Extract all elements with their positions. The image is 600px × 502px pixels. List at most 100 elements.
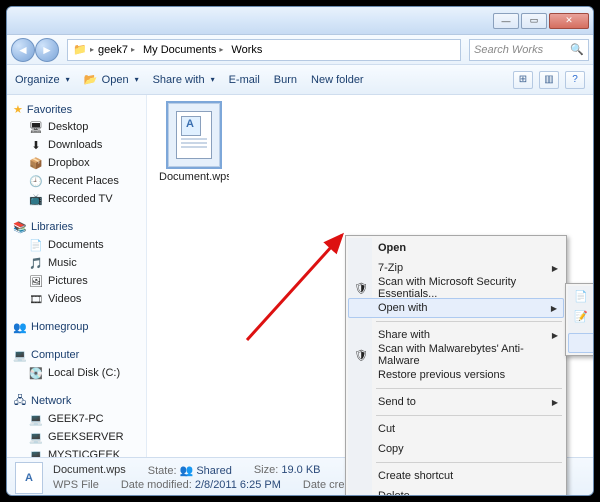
- sidebar-favorites[interactable]: ★Favorites: [13, 101, 146, 118]
- ctx-send-to[interactable]: Send to▶: [348, 392, 564, 412]
- chevron-right-icon: ▶: [551, 304, 557, 313]
- status-filename: Document.wps: [53, 464, 126, 476]
- search-icon: 🔍: [570, 43, 584, 56]
- folder-icon: 📁: [73, 43, 87, 57]
- share-with-button[interactable]: Share with: [153, 74, 215, 86]
- ctx-7zip[interactable]: 7-Zip▶: [348, 258, 564, 278]
- file-name-label: Document.wps: [159, 171, 229, 183]
- help-button[interactable]: ?: [565, 71, 585, 89]
- file-thumb-icon: A: [15, 462, 43, 494]
- music-icon: 🎵: [29, 256, 43, 270]
- new-folder-button[interactable]: New folder: [311, 74, 364, 86]
- ctx-create-shortcut[interactable]: Create shortcut: [348, 466, 564, 486]
- pictures-icon: 🖼: [29, 274, 43, 288]
- chevron-right-icon: ▸: [131, 45, 135, 54]
- star-icon: ★: [13, 103, 23, 116]
- ctx-open-with[interactable]: Open with▶: [348, 298, 564, 318]
- ctx-cut[interactable]: Cut: [348, 419, 564, 439]
- burn-button[interactable]: Burn: [274, 74, 297, 86]
- status-size: 19.0 KB: [281, 464, 320, 476]
- breadcrumb-seg[interactable]: Works: [227, 40, 266, 60]
- sidebar-item-downloads[interactable]: ⬇Downloads: [13, 136, 146, 154]
- submenu-wordpad[interactable]: 📝WordPad: [568, 306, 594, 326]
- sidebar-item-network-pc[interactable]: 💻MYSTICGEEK: [13, 446, 146, 457]
- titlebar: — ▭ ✕: [7, 7, 593, 35]
- sidebar-item-pictures[interactable]: 🖼Pictures: [13, 272, 146, 290]
- breadcrumb[interactable]: 📁 ▸ geek7▸ My Documents▸ Works: [67, 39, 461, 61]
- pc-icon: 💻: [29, 412, 43, 426]
- sidebar-item-recent[interactable]: 🕘Recent Places: [13, 172, 146, 190]
- sidebar-item-documents[interactable]: 📄Documents: [13, 236, 146, 254]
- pc-icon: 💻: [29, 430, 43, 444]
- drive-icon: 💽: [29, 366, 43, 380]
- sidebar-computer[interactable]: 💻Computer: [13, 346, 146, 364]
- ctx-scan-mbam[interactable]: 🛡Scan with Malwarebytes' Anti-Malware: [348, 345, 564, 365]
- submenu-choose-default[interactable]: Choose default program...: [568, 333, 594, 353]
- sidebar-libraries[interactable]: 📚Libraries: [13, 218, 146, 236]
- ctx-open[interactable]: Open: [348, 238, 564, 258]
- wordpad-icon: 📝: [573, 310, 589, 323]
- file-list[interactable]: Document.wps Open 7-Zip▶ 🛡Scan with Micr…: [147, 95, 593, 457]
- context-menu: Open 7-Zip▶ 🛡Scan with Microsoft Securit…: [345, 235, 567, 496]
- open-with-submenu: 📄Notepad 📝WordPad Choose default program…: [565, 283, 594, 356]
- sidebar-item-localdisk[interactable]: 💽Local Disk (C:): [13, 364, 146, 382]
- sidebar-network[interactable]: 🖧Network: [13, 392, 146, 410]
- minimize-button[interactable]: —: [493, 13, 519, 29]
- pc-icon: 💻: [29, 448, 43, 457]
- sidebar-item-recordedtv[interactable]: 📺Recorded TV: [13, 190, 146, 208]
- homegroup-icon: 👥: [13, 320, 27, 334]
- forward-button[interactable]: ►: [35, 38, 59, 62]
- breadcrumb-seg[interactable]: geek7▸: [94, 40, 139, 60]
- address-bar: ◄ ► 📁 ▸ geek7▸ My Documents▸ Works Searc…: [7, 35, 593, 65]
- close-button[interactable]: ✕: [549, 13, 589, 29]
- downloads-icon: ⬇: [29, 138, 43, 152]
- ctx-restore-versions[interactable]: Restore previous versions: [348, 365, 564, 385]
- organize-button[interactable]: Organize: [15, 74, 70, 86]
- sidebar-item-music[interactable]: 🎵Music: [13, 254, 146, 272]
- network-icon: 🖧: [13, 394, 27, 408]
- chevron-right-icon: ▶: [552, 264, 558, 273]
- sidebar-item-network-pc[interactable]: 💻GEEK7-PC: [13, 410, 146, 428]
- sidebar-homegroup[interactable]: 👥Homegroup: [13, 318, 146, 336]
- open-icon: 📂: [84, 73, 98, 87]
- navigation-pane: ★Favorites 🖥Desktop ⬇Downloads 📦Dropbox …: [7, 95, 147, 457]
- tv-icon: 📺: [29, 192, 43, 206]
- maximize-button[interactable]: ▭: [521, 13, 547, 29]
- computer-icon: 💻: [13, 348, 27, 362]
- shared-icon: 👥: [180, 465, 194, 477]
- file-item[interactable]: Document.wps: [159, 103, 229, 183]
- ctx-share-with[interactable]: Share with▶: [348, 325, 564, 345]
- ctx-scan-mse[interactable]: 🛡Scan with Microsoft Security Essentials…: [348, 278, 564, 298]
- sidebar-item-videos[interactable]: 🎞Videos: [13, 290, 146, 308]
- dropbox-icon: 📦: [29, 156, 43, 170]
- status-filetype: WPS File: [53, 479, 99, 491]
- back-button[interactable]: ◄: [11, 38, 35, 62]
- breadcrumb-seg[interactable]: My Documents▸: [139, 40, 227, 60]
- notepad-icon: 📄: [573, 290, 589, 303]
- ctx-copy[interactable]: Copy: [348, 439, 564, 459]
- view-options-button[interactable]: ⊞: [513, 71, 533, 89]
- status-modified-label: Date modified:: [121, 479, 192, 491]
- chevron-right-icon: ▶: [552, 398, 558, 407]
- videos-icon: 🎞: [29, 292, 43, 306]
- search-input[interactable]: Search Works 🔍: [469, 39, 589, 61]
- preview-pane-button[interactable]: ▥: [539, 71, 559, 89]
- search-placeholder: Search Works: [474, 44, 543, 56]
- documents-icon: 📄: [29, 238, 43, 252]
- ctx-delete[interactable]: Delete: [348, 486, 564, 496]
- sidebar-item-network-pc[interactable]: 💻GEEKSERVER: [13, 428, 146, 446]
- file-thumbnail: [168, 103, 220, 167]
- email-button[interactable]: E-mail: [229, 74, 260, 86]
- shield-icon: 🛡: [353, 349, 369, 362]
- recent-icon: 🕘: [29, 174, 43, 188]
- desktop-icon: 🖥: [29, 120, 43, 134]
- sidebar-item-desktop[interactable]: 🖥Desktop: [13, 118, 146, 136]
- submenu-notepad[interactable]: 📄Notepad: [568, 286, 594, 306]
- chevron-right-icon: ▸: [219, 45, 223, 54]
- open-button[interactable]: 📂Open: [84, 73, 139, 87]
- sidebar-item-dropbox[interactable]: 📦Dropbox: [13, 154, 146, 172]
- status-state-label: State:: [148, 465, 177, 477]
- shield-icon: 🛡: [353, 282, 369, 295]
- status-size-label: Size:: [254, 464, 278, 476]
- status-modified: 2/8/2011 6:25 PM: [195, 479, 281, 491]
